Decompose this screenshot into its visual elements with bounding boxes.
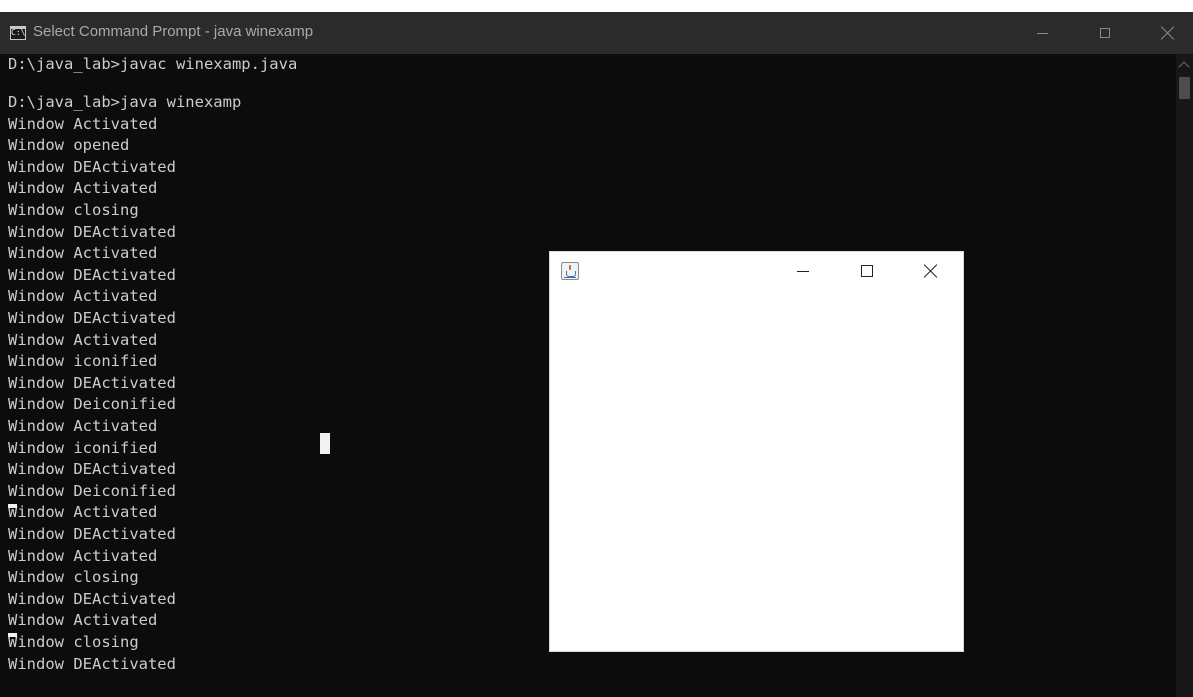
maximize-icon — [861, 265, 873, 277]
console-line: Window closing — [8, 201, 139, 220]
java-minimize-button[interactable] — [792, 260, 814, 282]
maximize-button[interactable] — [1084, 12, 1126, 54]
scroll-up-arrow-icon[interactable] — [1178, 61, 1190, 73]
window-title: Select Command Prompt - java winexamp — [33, 23, 314, 40]
text-cursor — [320, 433, 330, 454]
maximize-icon — [1100, 28, 1110, 38]
java-icon[interactable] — [561, 262, 579, 280]
vertical-scrollbar[interactable] — [1176, 54, 1193, 697]
console-line: Window DEActivated — [8, 654, 176, 673]
selection-marker — [8, 633, 17, 637]
java-frame-content[interactable] — [550, 290, 963, 651]
console-line: Window DEActivated — [8, 222, 176, 241]
selection-marker — [8, 504, 17, 508]
console-line: Window DEActivated — [8, 157, 176, 176]
console-line: Window Activated — [8, 114, 158, 133]
java-close-button[interactable] — [920, 260, 942, 282]
console-line: Window opened — [8, 136, 130, 155]
close-icon — [1161, 26, 1175, 40]
java-maximize-button[interactable] — [856, 260, 878, 282]
java-frame-window[interactable] — [550, 252, 963, 651]
close-button[interactable] — [1147, 12, 1189, 54]
minimize-button[interactable] — [1021, 12, 1063, 54]
title-bar[interactable]: C:\. Select Command Prompt - java winexa… — [0, 12, 1193, 54]
console-line: D:\java_lab>javac winexamp.java — [8, 55, 298, 73]
minimize-icon — [797, 270, 809, 272]
scrollbar-thumb[interactable] — [1179, 77, 1190, 99]
console-line: Window Activated — [8, 179, 158, 198]
console-icon[interactable]: C:\. — [10, 26, 26, 40]
minimize-icon — [1036, 32, 1048, 34]
console-line: D:\java_lab>java winexamp — [8, 93, 242, 112]
close-icon — [924, 264, 938, 278]
